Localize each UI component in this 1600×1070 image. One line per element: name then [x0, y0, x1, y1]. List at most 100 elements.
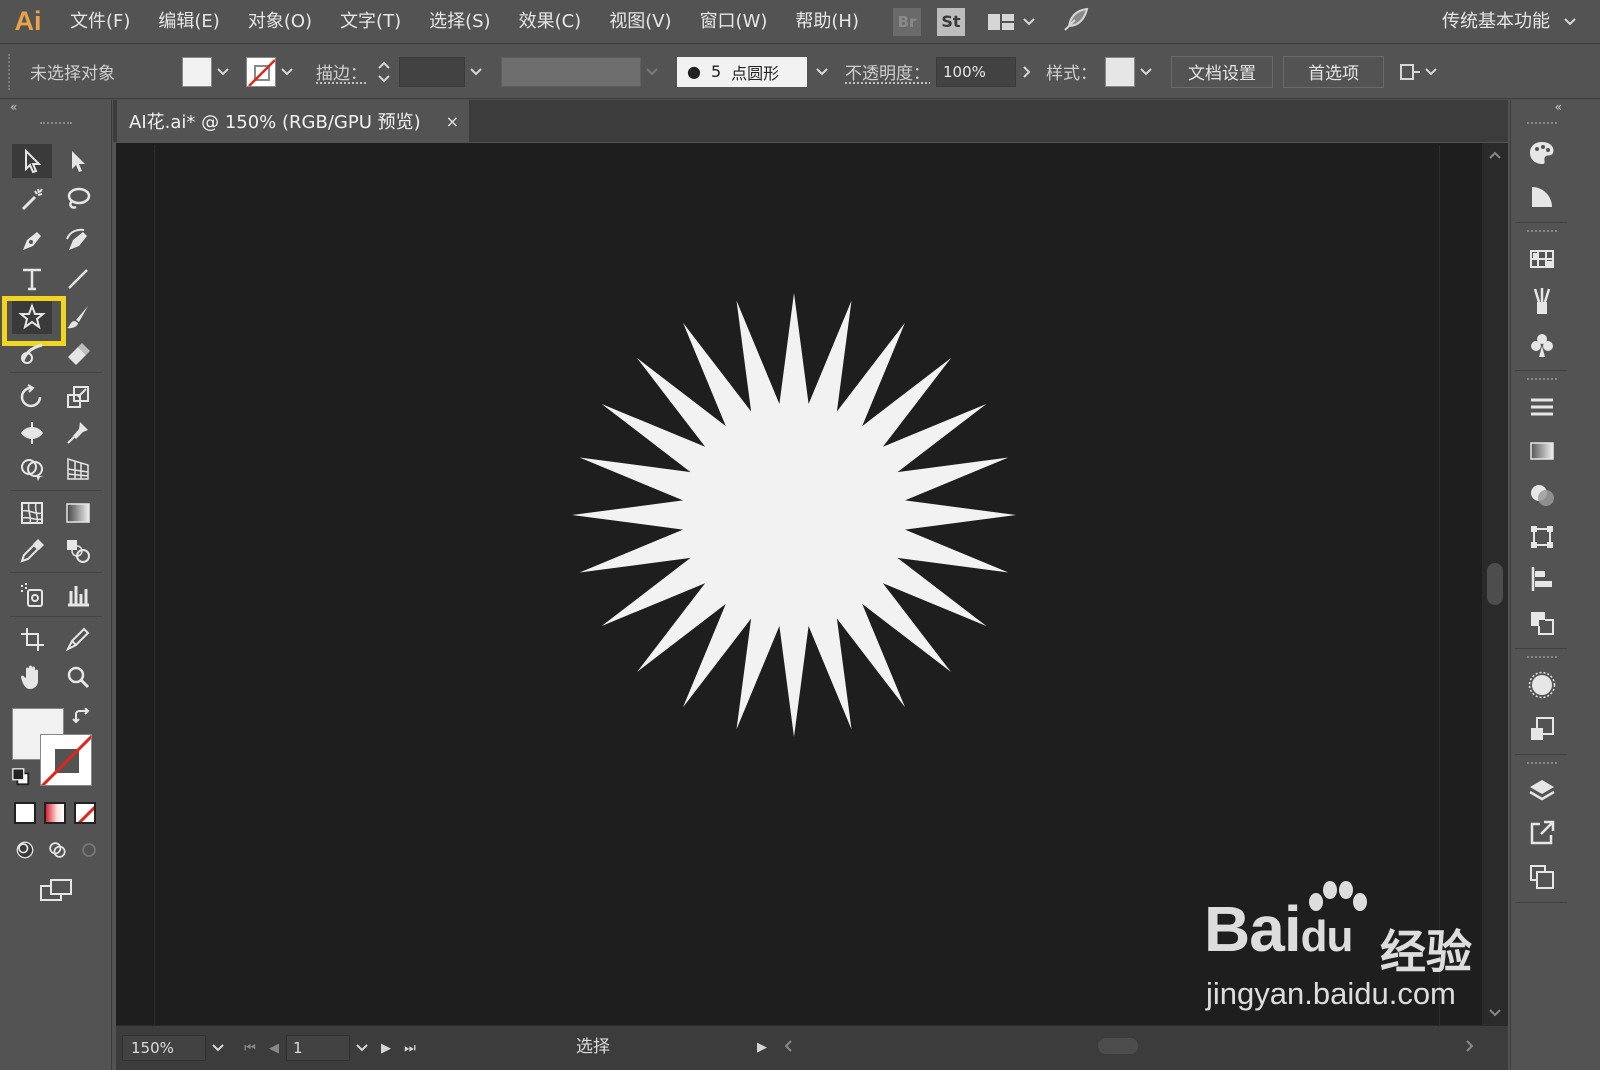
scroll-up-icon[interactable] [1489, 151, 1501, 159]
gradient-tool-icon[interactable] [58, 496, 98, 530]
zoom-dropdown[interactable] [206, 1035, 230, 1061]
stroke-weight-field[interactable] [399, 56, 465, 87]
stroke-weight-stepper[interactable] [373, 57, 395, 87]
opacity-label[interactable]: 不透明度： [845, 59, 930, 84]
vertical-scroll-thumb[interactable] [1487, 563, 1503, 605]
type-tool-icon[interactable] [12, 262, 52, 296]
transparency-panel-icon[interactable] [1525, 478, 1559, 512]
symbol-sprayer-tool-icon[interactable] [12, 578, 52, 612]
gradient-mode-button[interactable] [44, 802, 66, 824]
transform-panel-icon[interactable] [1525, 520, 1559, 554]
default-fill-stroke-icon[interactable] [8, 766, 34, 788]
panel-group-grip[interactable] [1527, 656, 1557, 659]
rotate-tool-icon[interactable] [12, 380, 52, 414]
shaper-tool-icon[interactable] [12, 336, 52, 370]
variable-width-profile[interactable] [501, 56, 641, 87]
selection-tool-icon[interactable] [12, 144, 52, 178]
draw-inside-icon[interactable] [74, 836, 104, 864]
artboards-panel-icon[interactable] [1525, 860, 1559, 894]
eyedropper-tool-icon[interactable] [12, 534, 52, 568]
draw-normal-icon[interactable] [10, 836, 40, 864]
mesh-tool-icon[interactable] [12, 496, 52, 530]
stroke-panel-icon[interactable] [1525, 390, 1559, 424]
feather-icon[interactable] [1061, 6, 1089, 38]
stroke-weight-dropdown[interactable] [465, 57, 487, 87]
gradient-panel-icon[interactable] [1525, 434, 1559, 468]
brush-dropdown[interactable] [811, 57, 833, 87]
menu-help[interactable]: 帮助(H) [781, 0, 873, 44]
tools-panel-grip[interactable] [40, 122, 72, 126]
panel-group-grip[interactable] [1527, 122, 1557, 125]
arrange-documents-button[interactable] [987, 12, 1035, 32]
line-segment-tool-icon[interactable] [58, 262, 98, 296]
stroke-dropdown[interactable] [276, 57, 298, 87]
menu-effect[interactable]: 效果(C) [505, 0, 596, 44]
shape-builder-tool-icon[interactable] [12, 452, 52, 486]
curvature-tool-icon[interactable] [58, 224, 98, 258]
pathfinder-panel-icon[interactable] [1525, 606, 1559, 640]
artboard-number-field[interactable]: 1 [286, 1035, 350, 1061]
zoom-tool-icon[interactable] [58, 660, 98, 694]
document-tab[interactable]: AI花.ai* @ 150% (RGB/GPU 预览) × [117, 100, 469, 142]
brush-definition[interactable]: ● 5 点圆形 [677, 56, 807, 87]
collapse-panel-icon[interactable]: « [10, 100, 17, 114]
stroke-swatch[interactable] [246, 56, 276, 87]
workspace-switcher[interactable]: 传统基本功能 [1442, 0, 1576, 44]
panel-group-grip[interactable] [1527, 762, 1557, 765]
pen-tool-icon[interactable] [12, 224, 52, 258]
control-bar-menu[interactable] [1396, 57, 1440, 87]
color-panel-icon[interactable] [1525, 136, 1559, 170]
export-panel-icon[interactable] [1525, 816, 1559, 850]
fill-dropdown[interactable] [212, 57, 234, 87]
width-tool-icon[interactable] [12, 416, 52, 450]
artboard-tool-icon[interactable] [12, 622, 52, 656]
menu-select[interactable]: 选择(S) [415, 0, 504, 44]
appearance-panel-icon[interactable] [1525, 668, 1559, 702]
screen-mode-icon[interactable] [36, 874, 76, 906]
menu-file[interactable]: 文件(F) [56, 0, 144, 44]
eraser-tool-icon[interactable] [58, 336, 98, 370]
control-bar-grip[interactable] [8, 53, 16, 90]
close-icon[interactable]: × [446, 112, 459, 131]
symbols-panel-icon[interactable] [1525, 328, 1559, 362]
blend-tool-icon[interactable] [58, 534, 98, 568]
stroke-label[interactable]: 描边： [316, 59, 367, 84]
menu-window[interactable]: 窗口(W) [686, 0, 782, 44]
previous-artboard-icon[interactable]: ◀ [262, 1035, 286, 1061]
draw-behind-icon[interactable] [42, 836, 72, 864]
profile-dropdown[interactable] [641, 57, 663, 87]
puppet-warp-tool-icon[interactable] [58, 416, 98, 450]
menu-object[interactable]: 对象(O) [234, 0, 326, 44]
direct-selection-tool-icon[interactable] [58, 144, 98, 178]
perspective-grid-tool-icon[interactable] [58, 452, 98, 486]
opacity-field[interactable]: 100% [936, 56, 1016, 87]
color-guide-panel-icon[interactable] [1525, 180, 1559, 214]
stock-button[interactable]: St [937, 7, 965, 36]
color-mode-button[interactable] [14, 802, 36, 824]
slice-tool-icon[interactable] [58, 622, 98, 656]
panel-group-grip[interactable] [1527, 230, 1557, 233]
graphic-style-swatch[interactable] [1105, 56, 1135, 87]
menu-view[interactable]: 视图(V) [595, 0, 685, 44]
horizontal-scroll-thumb[interactable] [1098, 1038, 1138, 1054]
none-mode-button[interactable] [74, 802, 96, 824]
collapse-panel-icon[interactable]: « [1555, 100, 1562, 114]
panel-group-grip[interactable] [1527, 378, 1557, 381]
swatches-panel-icon[interactable] [1525, 242, 1559, 276]
zoom-field[interactable]: 150% [122, 1035, 206, 1061]
align-panel-icon[interactable] [1525, 562, 1559, 596]
preferences-button[interactable]: 首选项 [1283, 55, 1384, 88]
layers-panel-icon[interactable] [1525, 774, 1559, 808]
menu-edit[interactable]: 编辑(E) [144, 0, 233, 44]
scroll-left-icon[interactable] [784, 1040, 792, 1052]
horizontal-scrollbar[interactable] [784, 1034, 1474, 1056]
scroll-right-icon[interactable] [1466, 1040, 1474, 1052]
starburst-shape[interactable] [564, 285, 1024, 745]
style-dropdown[interactable] [1135, 57, 1157, 87]
swap-fill-stroke-icon[interactable] [70, 706, 96, 728]
hand-tool-icon[interactable] [12, 660, 52, 694]
column-graph-tool-icon[interactable] [58, 578, 98, 612]
lasso-tool-icon[interactable] [58, 182, 98, 216]
last-artboard-icon[interactable]: ⏭ [398, 1035, 422, 1061]
fill-swatch[interactable] [182, 56, 212, 87]
